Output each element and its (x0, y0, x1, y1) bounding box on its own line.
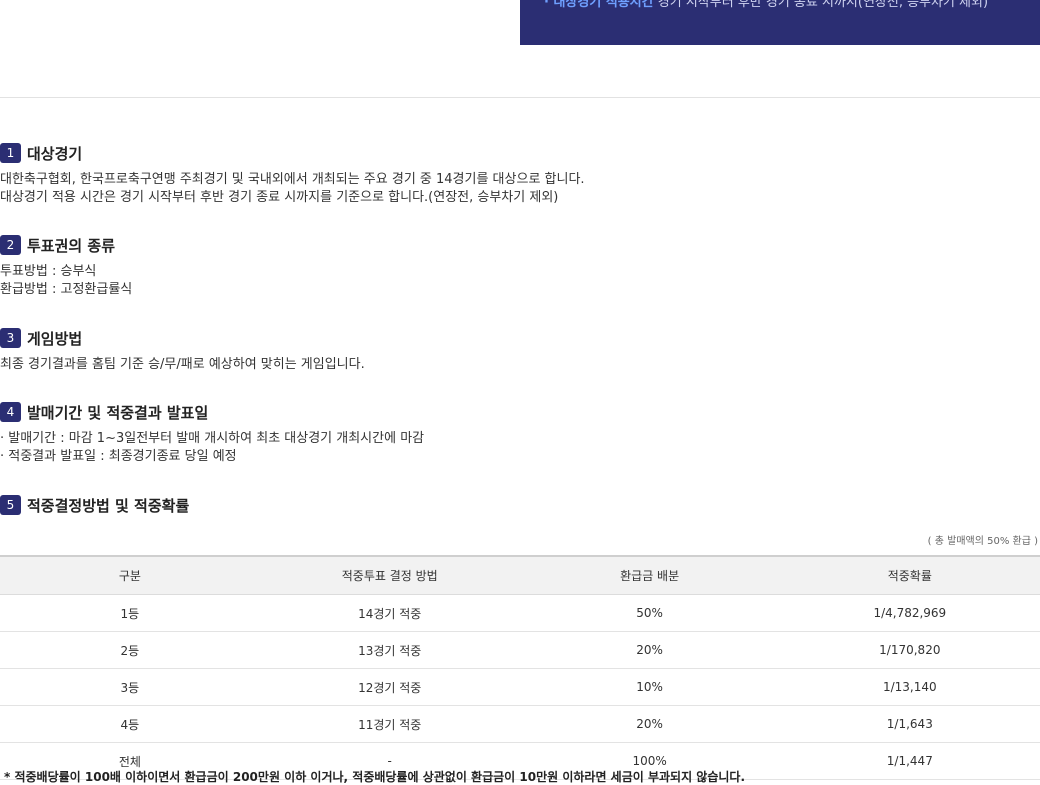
section-text: 대상경기 적용 시간은 경기 시작부터 후반 경기 종료 시까지를 기준으로 합… (0, 190, 559, 205)
table-cell: 2등 (0, 631, 260, 669)
table-cell: 14경기 적중 (259, 594, 520, 632)
column-header: 환급금 배분 (519, 555, 780, 595)
section-title: 적중결정방법 및 적중확률 (27, 496, 190, 515)
banner-note-highlight: · 대상경기 적용시간 (544, 0, 654, 10)
section-number-badge: 2 (0, 235, 21, 255)
table-row: 3등 12경기 적중 10% 1/13,140 (0, 668, 1040, 706)
section-number-badge: 1 (0, 143, 21, 163)
table-cell: 1/4,782,969 (779, 594, 1040, 632)
section-text: 최종 경기결과를 홈팀 기준 승/무/패로 예상하여 맞히는 게임입니다. (0, 357, 365, 372)
table-header-row: 구분 적중투표 결정 방법 환급금 배분 적중확률 (0, 555, 1040, 595)
table-row: 2등 13경기 적중 20% 1/170,820 (0, 631, 1040, 669)
refund-rate-note: ( 총 발매액의 50% 환급 ) (927, 536, 1038, 547)
table-cell: 1/170,820 (779, 631, 1040, 669)
section-text: 투표방법 : 승부식 (0, 264, 97, 279)
winning-probability-table: 구분 적중투표 결정 방법 환급금 배분 적중확률 1등 14경기 적중 50%… (0, 555, 1040, 780)
banner-note: · 대상경기 적용시간 경기 시작부터 후반 경기 종료 시까지(연장전, 승부… (544, 0, 988, 10)
section-title: 게임방법 (27, 329, 83, 348)
section-number-badge: 5 (0, 495, 21, 515)
table-cell: 3등 (0, 668, 260, 706)
column-header: 적중확률 (779, 555, 1040, 595)
section-text: 환급방법 : 고정환급률식 (0, 282, 133, 297)
table-cell: 1/1,643 (779, 705, 1040, 743)
info-banner: · 대상경기 적용시간 경기 시작부터 후반 경기 종료 시까지(연장전, 승부… (520, 0, 1040, 45)
table-row: 4등 11경기 적중 20% 1/1,643 (0, 705, 1040, 743)
section-number-badge: 3 (0, 328, 21, 348)
section-text: · 발매기간 : 마감 1~3일전부터 발매 개시하여 최초 대상경기 개최시간… (0, 431, 425, 446)
section-game-method: 3 게임방법 최종 경기결과를 홈팀 기준 승/무/패로 예상하여 맞히는 게임… (0, 327, 365, 374)
section-winning-method: 5 적중결정방법 및 적중확률 (0, 494, 189, 516)
table-cell: 50% (519, 594, 780, 632)
table-cell: 1/13,140 (779, 668, 1040, 706)
table-cell: 12경기 적중 (259, 668, 520, 706)
section-target-matches: 1 대상경기 대한축구협회, 한국프로축구연맹 주최경기 및 국내외에서 개최되… (0, 142, 585, 207)
banner-note-text: 경기 시작부터 후반 경기 종료 시까지(연장전, 승부차기 제외) (653, 0, 989, 10)
section-sale-period: 4 발매기간 및 적중결과 발표일 · 발매기간 : 마감 1~3일전부터 발매… (0, 401, 424, 466)
section-text: · 적중결과 발표일 : 최종경기종료 당일 예정 (0, 449, 237, 464)
section-title: 발매기간 및 적중결과 발표일 (27, 403, 209, 422)
section-title: 대상경기 (27, 144, 83, 163)
section-number-badge: 4 (0, 402, 21, 422)
tax-footnote: * 적중배당률이 100배 이하이면서 환급금이 200만원 이하 이거나, 적… (4, 770, 746, 784)
table-cell: 20% (519, 705, 780, 743)
column-header: 적중투표 결정 방법 (259, 555, 520, 595)
table-cell: 1등 (0, 594, 260, 632)
table-cell: 20% (519, 631, 780, 669)
table-cell: 1/1,447 (779, 742, 1040, 780)
table-cell: 11경기 적중 (259, 705, 520, 743)
section-ticket-types: 2 투표권의 종류 투표방법 : 승부식 환급방법 : 고정환급률식 (0, 234, 132, 299)
table-cell: 13경기 적중 (259, 631, 520, 669)
table-cell: 4등 (0, 705, 260, 743)
section-title: 투표권의 종류 (27, 236, 116, 255)
table-cell: 10% (519, 668, 780, 706)
section-divider (0, 97, 1040, 98)
section-text: 대한축구협회, 한국프로축구연맹 주최경기 및 국내외에서 개최되는 주요 경기… (0, 172, 585, 187)
column-header: 구분 (0, 555, 260, 595)
table-row: 1등 14경기 적중 50% 1/4,782,969 (0, 594, 1040, 632)
